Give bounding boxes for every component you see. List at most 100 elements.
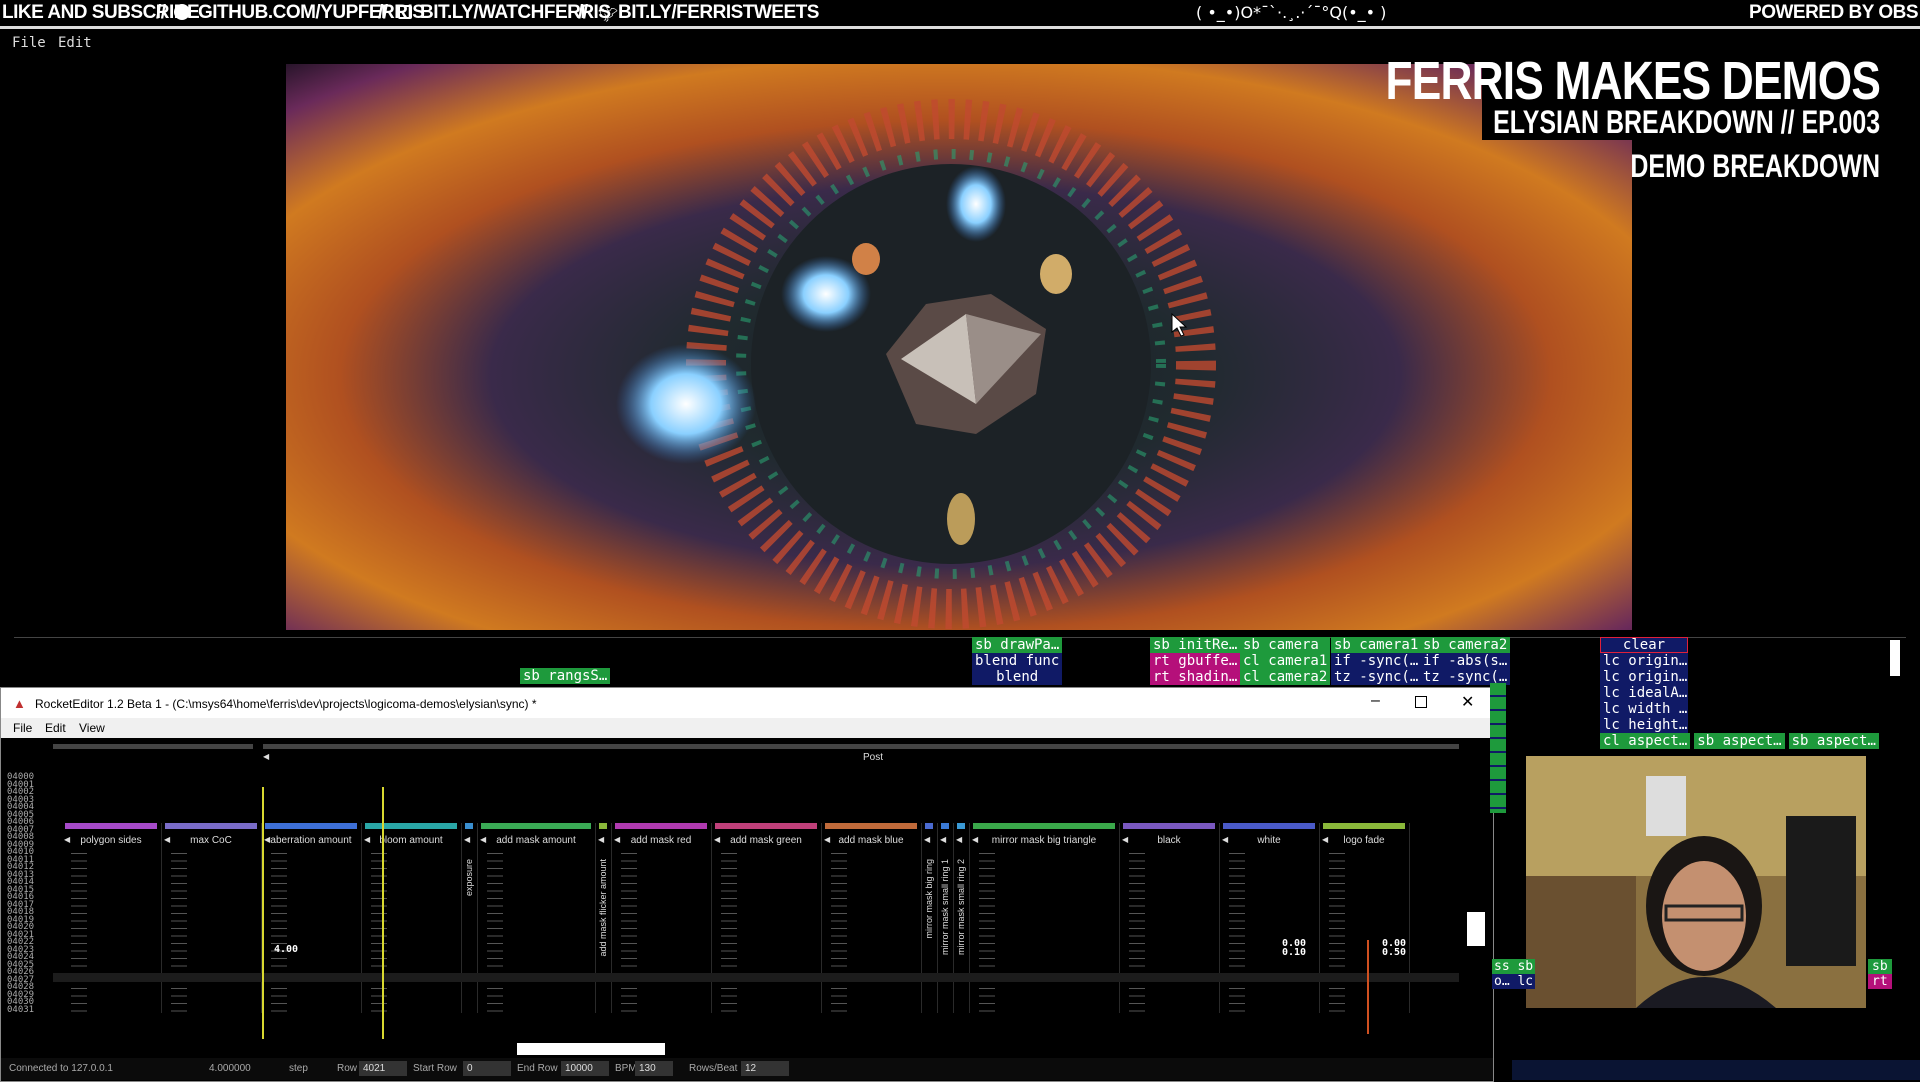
window-titlebar[interactable]: ▲ RocketEditor 1.2 Beta 1 - (C:\msys64\h…: [1, 688, 1493, 718]
track-rows[interactable]: [1129, 853, 1213, 1013]
track-collapse-arrow-icon[interactable]: ◀: [480, 835, 486, 844]
collapse-arrow-icon[interactable]: ◀: [263, 752, 269, 761]
track-column[interactable]: add mask amount ◀: [477, 823, 596, 1013]
track-label: white: [1257, 835, 1281, 846]
stream-banner: LIKE AND SUBSCRIBE // GITHUB.COM/YUPFERR…: [0, 0, 1920, 29]
profiler-entry: if -sync(…: [1331, 653, 1422, 669]
track-color-bar: [65, 823, 157, 829]
group-bar: [53, 744, 253, 749]
track-rows[interactable]: [831, 853, 915, 1013]
current-value: 4.000000: [209, 1063, 251, 1074]
track-column[interactable]: add mask red ◀: [611, 823, 712, 1013]
track-collapse-arrow-icon[interactable]: ◀: [164, 835, 170, 844]
track-column[interactable]: white ◀: [1219, 823, 1320, 1013]
track-column[interactable]: add mask blue ◀: [821, 823, 922, 1013]
track-collapse-arrow-icon[interactable]: ◀: [598, 835, 604, 844]
end-row-field[interactable]: 10000: [561, 1061, 609, 1076]
profiler-scrollbar[interactable]: [1890, 640, 1900, 676]
track-column[interactable]: mirror mask small ring 1 ◀: [937, 823, 954, 1013]
track-rows[interactable]: [1329, 853, 1403, 1013]
track-label: mirror mask small ring 1: [940, 859, 950, 956]
twitter-link: BIT.LY/FERRISTWEETS: [618, 2, 819, 23]
track-column[interactable]: black ◀: [1119, 823, 1220, 1013]
track-label: mirror mask big ring: [924, 859, 934, 939]
track-collapse-arrow-icon[interactable]: ◀: [464, 835, 470, 844]
profiler-edge: ss sb o… lc: [1492, 959, 1536, 989]
track-collapse-arrow-icon[interactable]: ◀: [924, 835, 930, 844]
profiler-entry: sb drawPa…: [972, 637, 1063, 653]
track-color-bar: [941, 823, 949, 829]
track-column[interactable]: mirror mask big triangle ◀: [969, 823, 1120, 1013]
close-icon[interactable]: ✕: [1461, 692, 1474, 712]
menu-edit[interactable]: Edit: [58, 35, 92, 51]
track-collapse-arrow-icon[interactable]: ◀: [940, 835, 946, 844]
row-number: 04031: [7, 1004, 35, 1015]
track-collapse-arrow-icon[interactable]: ◀: [1122, 835, 1128, 844]
menu-view[interactable]: View: [79, 721, 105, 735]
track-column[interactable]: add mask green ◀: [711, 823, 822, 1013]
track-column[interactable]: max CoC ◀: [161, 823, 262, 1013]
minimize-icon[interactable]: –: [1371, 692, 1380, 710]
track-collapse-arrow-icon[interactable]: ◀: [64, 835, 70, 844]
status-bar: Connected to 127.0.0.1 4.000000 step Row…: [1, 1058, 1493, 1080]
profiler-entry: lc height…: [1600, 717, 1688, 733]
track-rows[interactable]: [979, 853, 1113, 1013]
track-color-bar: [973, 823, 1115, 829]
track-collapse-arrow-icon[interactable]: ◀: [1222, 835, 1228, 844]
subscribe-text: LIKE AND SUBSCRIBE: [2, 2, 200, 23]
webcam-feed: [1526, 756, 1866, 1008]
horizontal-scrollbar[interactable]: [517, 1043, 665, 1055]
track-collapse-arrow-icon[interactable]: ◀: [614, 835, 620, 844]
track-scrollbar[interactable]: [1467, 912, 1485, 946]
track-rows[interactable]: [721, 853, 815, 1013]
menu-file[interactable]: File: [13, 721, 32, 735]
track-collapse-arrow-icon[interactable]: ◀: [956, 835, 962, 844]
track-column[interactable]: polygon sides ◀: [61, 823, 162, 1013]
track-collapse-arrow-icon[interactable]: ◀: [714, 835, 720, 844]
track-editor: ◀ Post polygon sides ◀ max CoC ◀ aberration …: [1, 738, 1493, 1058]
track-column[interactable]: add mask flicker amount ◀: [595, 823, 612, 1013]
track-value[interactable]: 0.00 0.10: [1282, 939, 1307, 958]
track-collapse-arrow-icon[interactable]: ◀: [972, 835, 978, 844]
profiler-entry: cl aspect…: [1600, 733, 1691, 749]
separator: //: [378, 2, 388, 23]
track-rows[interactable]: [71, 853, 155, 1013]
track-rows[interactable]: [171, 853, 255, 1013]
track-rows[interactable]: [1229, 853, 1313, 1013]
title-card: FERRIS MAKES DEMOS ELYSIAN BREAKDOWN // …: [1385, 50, 1920, 140]
rows-per-beat-field[interactable]: 12: [741, 1061, 789, 1076]
track-value[interactable]: 0.00 0.50: [1382, 939, 1406, 958]
track-column[interactable]: exposure ◀: [461, 823, 478, 1013]
track-rows[interactable]: [621, 853, 705, 1013]
bpm-label: BPM: [615, 1063, 637, 1074]
track-column[interactable]: mirror mask small ring 2 ◀: [953, 823, 970, 1013]
track-collapse-arrow-icon[interactable]: ◀: [1322, 835, 1328, 844]
track-label: add mask red: [630, 835, 692, 846]
row-field[interactable]: 4021: [359, 1061, 407, 1076]
track-collapse-arrow-icon[interactable]: ◀: [824, 835, 830, 844]
start-row-field[interactable]: 0: [463, 1061, 511, 1076]
bpm-field[interactable]: 130: [635, 1061, 673, 1076]
kaomoji-text: ( •_•)O*¯`·.¸.·´¯°Q(•_• ): [1196, 3, 1387, 22]
taskbar-strip: [1512, 1060, 1920, 1080]
maximize-icon[interactable]: [1415, 696, 1427, 708]
track-label: exposure: [464, 859, 474, 897]
start-row-label: Start Row: [413, 1063, 457, 1074]
profiler-side-strip: [1490, 683, 1506, 813]
menu-file[interactable]: File: [12, 35, 46, 51]
powered-by-text: POWERED BY OBS: [1749, 2, 1918, 23]
track-color-bar: [825, 823, 917, 829]
profiler-column: sb initRe… rt gbuffe… rt shadin…: [1150, 637, 1241, 685]
profiler-entry: blend: [972, 669, 1063, 685]
profiler-entry: lc width …: [1600, 701, 1688, 717]
track-label: add mask green: [730, 835, 802, 846]
menu-edit[interactable]: Edit: [45, 721, 66, 735]
demo-breakdown-tag: DEMO BREAKDOWN: [1630, 148, 1880, 184]
value-cell: 0.10: [1282, 947, 1307, 958]
track-column[interactable]: logo fade ◀: [1319, 823, 1410, 1013]
episode-subtitle: ELYSIAN BREAKDOWN // EP.003: [1493, 104, 1880, 140]
profiler-entry: cl camera1: [1240, 653, 1331, 669]
track-rows[interactable]: [487, 853, 589, 1013]
track-column[interactable]: mirror mask big ring ◀: [921, 823, 938, 1013]
profiler-entry: sb initRe…: [1150, 637, 1241, 653]
